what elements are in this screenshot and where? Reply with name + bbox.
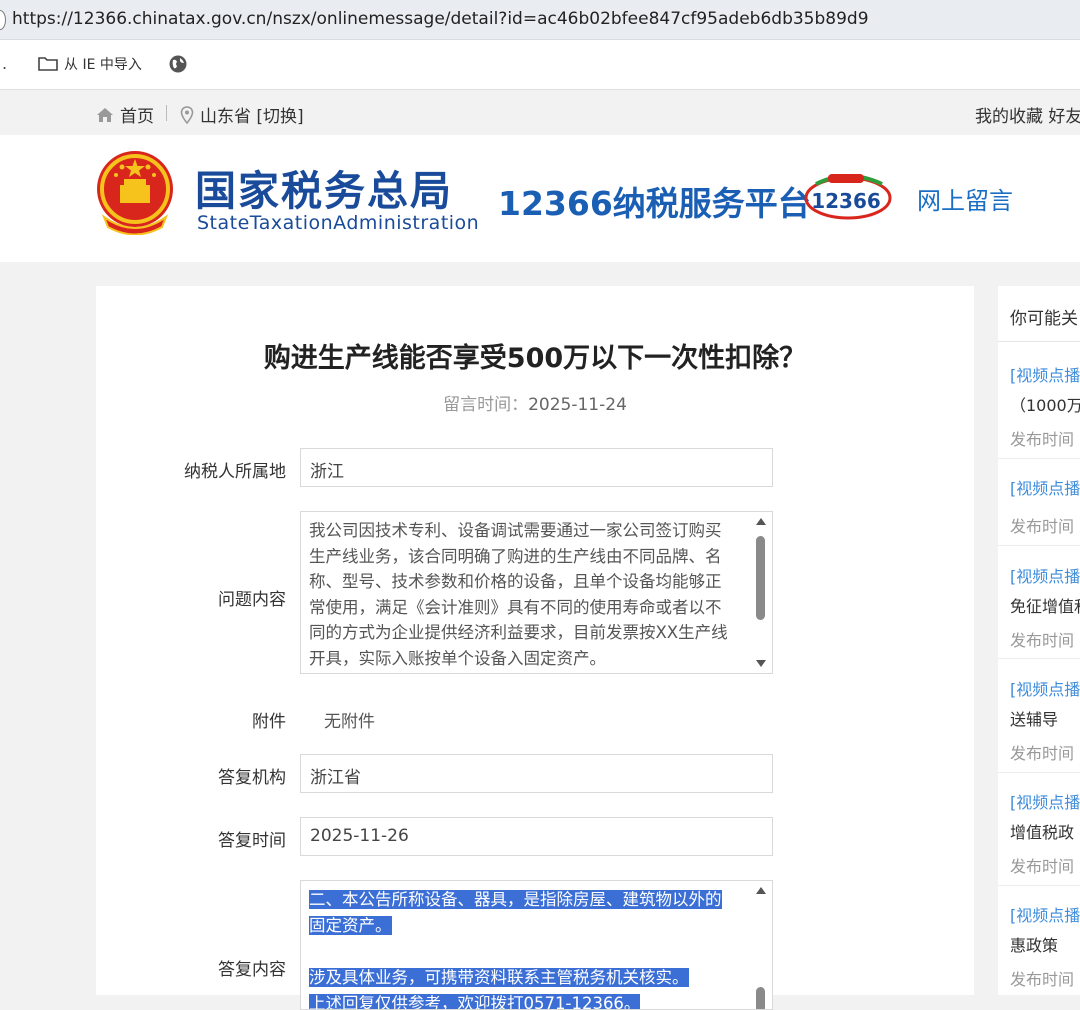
reply-text: 二、本公告所称设备、器具，是指除房屋、建筑物以外的 固定资产。 涉及具体业务，可…	[309, 887, 749, 1009]
home-label: 首页	[120, 107, 154, 127]
reply-time-label: 答复时间	[218, 831, 286, 851]
sidebar-item-date: 发布时间	[1010, 631, 1075, 650]
bookmark-import-ie[interactable]: 从 IE 中导入	[38, 54, 142, 74]
sidebar-divider	[998, 341, 1080, 342]
question-text: 我公司因技术专利、设备调试需要通过一家公司签订购买 生产线业务，该合同明确了购进…	[309, 518, 749, 671]
sidebar-item-tag[interactable]: [视频点播	[1010, 676, 1080, 700]
taxpayer-location-label: 纳税人所属地	[184, 462, 286, 482]
site-topbar: 首页 山东省 [切换] 我的收藏 好友	[0, 91, 1080, 135]
svg-text:12366: 12366	[811, 189, 881, 213]
reply-line: 上述回复仅供参考，欢迎拨打0571-12366。	[309, 994, 641, 1009]
attachment-label: 附件	[252, 712, 286, 732]
sidebar-item-tag[interactable]: [视频点播	[1010, 563, 1080, 587]
sidebar-item-tag[interactable]: [视频点播	[1010, 475, 1080, 499]
message-time-value: 2025-11-24	[528, 395, 627, 415]
reply-content-label: 答复内容	[218, 960, 286, 980]
sidebar-item[interactable]: [视频点播 增值税政 发布时间	[1010, 789, 1080, 877]
location-pin-icon	[180, 105, 194, 124]
question-line: 生产线业务，该合同明确了购进的生产线由不同品牌、名	[309, 546, 722, 566]
sidebar-item-date: 发布时间	[1010, 517, 1075, 536]
question-line: 我公司因技术专利、设备调试需要通过一家公司签订购买	[309, 521, 722, 540]
browser-address-bar[interactable]: https://12366.chinatax.gov.cn/nszx/onlin…	[0, 0, 1080, 40]
scroll-up-arrow-icon[interactable]	[756, 518, 766, 525]
reply-content-field[interactable]: 二、本公告所称设备、器具，是指除房屋、建筑物以外的 固定资产。 涉及具体业务，可…	[300, 880, 773, 1010]
sidebar-item[interactable]: [视频点播 发布时间	[1010, 475, 1080, 537]
reply-scrollbar[interactable]	[756, 883, 770, 1009]
section-online-message[interactable]: 网上留言	[917, 181, 1013, 216]
sidebar-item[interactable]: [视频点播 免征增值和 发布时间	[1010, 563, 1080, 651]
scroll-down-arrow-icon[interactable]	[756, 660, 766, 667]
sidebar-item-tag[interactable]: [视频点播	[1010, 362, 1080, 386]
region-switch[interactable]: 山东省 [切换]	[180, 102, 304, 127]
region-label: 山东省 [切换]	[200, 107, 304, 127]
reply-line: 二、本公告所称设备、器具，是指除房屋、建筑物以外的	[309, 890, 722, 909]
question-content-label: 问题内容	[218, 590, 286, 610]
sidebar-item[interactable]: [视频点播 （1000万 发布时间	[1010, 362, 1080, 450]
sidebar-item-tag[interactable]: [视频点播	[1010, 789, 1080, 813]
org-name-cn: 国家税务总局	[195, 167, 453, 215]
message-detail-card: 购进生产线能否享受500万以下一次性扣除？ 留言时间：2025-11-24 纳税…	[96, 286, 974, 1010]
bookmark-label: 从 IE 中导入	[64, 57, 142, 73]
site-header: 国家税务总局 StateTaxationAdministration 12366…	[0, 135, 1080, 262]
sidebar-separator	[998, 545, 1080, 546]
sidebar-separator	[998, 458, 1080, 459]
question-line: 同的方式为企业提供经济利益要求，目前发票按XX生产线	[309, 623, 728, 642]
bookmarks-bar: . 从 IE 中导入	[0, 40, 1080, 90]
question-content-field[interactable]: 我公司因技术专利、设备调试需要通过一家公司签订购买 生产线业务，该合同明确了购进…	[300, 511, 773, 674]
message-time-label: 留言时间：	[443, 395, 529, 415]
sidebar-title: 你可能关	[1010, 309, 1078, 329]
user-links[interactable]: 我的收藏 好友	[975, 102, 1080, 127]
globe-icon[interactable]	[168, 54, 188, 74]
attachment-value: 无附件	[324, 712, 375, 732]
reply-line: 涉及具体业务，可携带资料联系主管税务机关核实。	[309, 968, 689, 987]
url-text[interactable]: https://12366.chinatax.gov.cn/nszx/onlin…	[12, 9, 869, 29]
sidebar-item[interactable]: [视频点播 送辅导 发布时间	[1010, 676, 1080, 764]
scroll-thumb[interactable]	[756, 987, 765, 1009]
sidebar-item-date: 发布时间	[1010, 744, 1075, 763]
sidebar-item-text[interactable]: 免征增值和	[1010, 593, 1080, 617]
scroll-up-arrow-icon[interactable]	[756, 887, 766, 894]
question-line: 开具，实际入账按单个设备入固定资产。	[309, 648, 606, 668]
related-sidebar: 你可能关 [视频点播 （1000万 发布时间 [视频点播 发布时间 [视频点播 …	[998, 286, 1080, 995]
sidebar-separator	[998, 772, 1080, 773]
question-line: 常使用，满足《会计准则》具有不同的使用寿命或者以不	[309, 597, 722, 617]
reply-org-field[interactable]: 浙江省	[300, 754, 773, 793]
home-icon	[97, 107, 113, 122]
sidebar-item-date: 发布时间	[1010, 970, 1075, 989]
folder-icon	[38, 57, 58, 71]
sidebar-item-text[interactable]: 增值税政	[1010, 819, 1080, 843]
national-emblem-icon	[97, 151, 173, 235]
reply-org-label: 答复机构	[218, 768, 286, 788]
sidebar-item-date: 发布时间	[1010, 430, 1075, 449]
sidebar-item-date: 发布时间	[1010, 857, 1075, 876]
sidebar-item-text[interactable]: （1000万	[1010, 392, 1080, 416]
message-time: 留言时间：2025-11-24	[96, 390, 974, 415]
sidebar-item-tag[interactable]: [视频点播	[1010, 902, 1080, 926]
reply-line: 固定资产。	[309, 916, 392, 935]
sidebar-item-text[interactable]: 惠政策	[1010, 932, 1080, 956]
home-link[interactable]: 首页	[96, 102, 154, 127]
platform-name: 12366纳税服务平台	[498, 184, 811, 223]
question-line: 称、型号、技术参数和价格的设备，且单个设备均能够正	[309, 572, 722, 591]
sidebar-item[interactable]: [视频点播 惠政策 发布时间	[1010, 902, 1080, 990]
topbar-divider	[166, 105, 167, 121]
bookmark-overflow[interactable]: .	[2, 54, 7, 73]
sidebar-item-text[interactable]: 送辅导	[1010, 706, 1080, 730]
page-title: 购进生产线能否享受500万以下一次性扣除？	[263, 343, 807, 374]
question-scrollbar[interactable]	[756, 514, 770, 671]
sidebar-separator	[998, 885, 1080, 886]
platform-logo-icon: 12366	[804, 174, 892, 220]
scroll-thumb[interactable]	[756, 536, 765, 620]
site-info-icon[interactable]	[0, 10, 6, 30]
sidebar-separator	[998, 658, 1080, 659]
taxpayer-location-field[interactable]: 浙江	[300, 448, 773, 487]
org-name-en: StateTaxationAdministration	[197, 212, 480, 234]
reply-time-field[interactable]: 2025-11-26	[300, 817, 773, 856]
